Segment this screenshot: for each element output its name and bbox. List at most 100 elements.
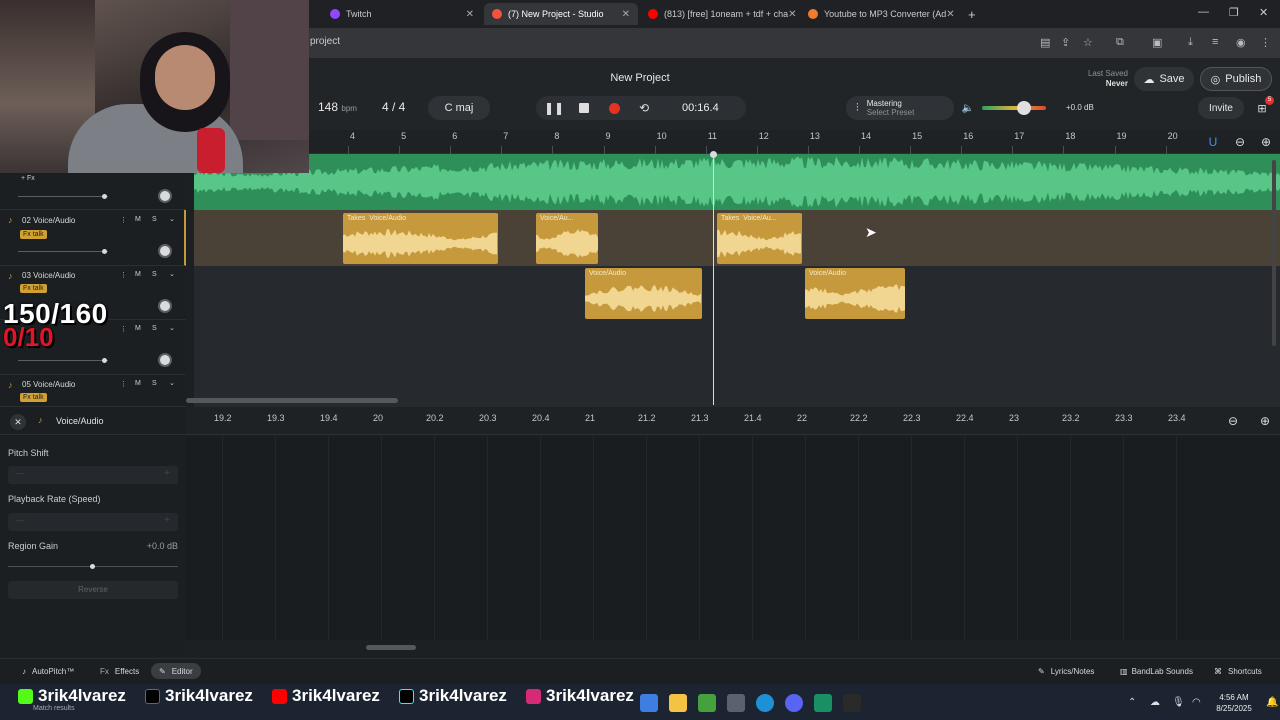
mute-button[interactable]: M [135, 325, 141, 332]
audio-clip[interactable]: Voice/Au... [536, 213, 598, 264]
editor-button[interactable]: ✎ Editor [151, 663, 201, 679]
zoom-in-icon[interactable]: ⊕ [1260, 135, 1272, 149]
track-volume-thumb[interactable] [102, 249, 107, 254]
download-icon[interactable]: ⤓ [1188, 36, 1193, 49]
wifi-icon[interactable]: ◠ [1192, 697, 1201, 708]
master-volume-slider[interactable] [982, 106, 1046, 110]
reverse-button[interactable]: Reverse [8, 581, 178, 599]
project-title[interactable]: New Project [560, 72, 720, 84]
tempo-control[interactable]: 148 bpm [318, 100, 357, 114]
more-icon[interactable]: ⋮ [120, 271, 127, 279]
track-volume-slider[interactable] [18, 251, 108, 252]
magnet-icon[interactable]: U [1207, 135, 1219, 149]
add-fx-button[interactable]: + Fx [18, 174, 38, 183]
mute-button[interactable]: M [135, 216, 141, 223]
time-signature[interactable]: 4 / 4 [382, 100, 405, 114]
fx-tag[interactable]: Fx talk [20, 284, 47, 293]
pan-knob[interactable] [158, 299, 172, 313]
bandlab-sounds-button[interactable]: ▥ BandLab Sounds [1112, 663, 1201, 679]
editor-grid[interactable] [186, 436, 1280, 640]
mastering-selector[interactable]: ⫶ Mastering Select Preset [846, 96, 954, 120]
horizontal-scrollbar[interactable] [186, 398, 398, 403]
audio-clip[interactable]: Takes Voice/Au... [717, 213, 802, 264]
lane-01[interactable] [194, 154, 1280, 210]
track-volume-slider[interactable] [18, 196, 108, 197]
close-icon[interactable]: ✕ [466, 9, 474, 20]
cloud-icon[interactable]: ☁ [1150, 697, 1160, 708]
menu-icon[interactable]: ⋮ [1260, 36, 1271, 49]
discord-icon[interactable] [785, 694, 803, 712]
chevron-down-icon[interactable]: ⌄ [169, 379, 175, 387]
clock[interactable]: 4:56 AM 8/25/2025 [1210, 692, 1258, 714]
publish-button[interactable]: ◎ Publish [1200, 67, 1272, 91]
more-icon[interactable]: ⋮ [120, 325, 127, 333]
zoom-in-icon[interactable]: ⊕ [1258, 414, 1272, 428]
key-selector[interactable]: C maj [428, 96, 490, 120]
solo-button[interactable]: S [152, 216, 157, 223]
audio-clip[interactable]: Takes Voice/Audio [343, 213, 498, 264]
solo-button[interactable]: S [152, 325, 157, 332]
chevron-down-icon[interactable]: ⌄ [169, 270, 175, 278]
star-icon[interactable]: ☆ [1083, 36, 1093, 49]
autopitch-button[interactable]: ♪ AutoPitch™ [14, 663, 82, 679]
close-icon[interactable]: ✕ [946, 9, 954, 20]
pan-knob[interactable] [158, 353, 172, 367]
extensions-icon[interactable]: ⧉ [1116, 36, 1124, 49]
pitch-shift-stepper[interactable]: — + [8, 466, 178, 484]
copilot-icon[interactable] [640, 694, 658, 712]
close-window-button[interactable]: ✕ [1259, 6, 1268, 19]
pan-knob[interactable] [158, 189, 172, 203]
pan-knob[interactable] [158, 244, 172, 258]
tray-chevron-icon[interactable]: ⌃ [1128, 697, 1136, 708]
microphone-icon[interactable]: 🎙 [1172, 697, 1185, 708]
media-icon[interactable]: ≡ [1212, 36, 1218, 48]
playhead-handle[interactable] [710, 151, 717, 158]
track-name[interactable]: 03 Voice/Audio [22, 271, 75, 280]
tab-mp3-converter[interactable]: Youtube to MP3 Converter (Ad ✕ [800, 3, 958, 25]
mute-button[interactable]: M [135, 271, 141, 278]
mute-button[interactable]: M [135, 380, 141, 387]
track-header-05[interactable]: ♪ 05 Voice/Audio Fx talk ⋮ M S ⌄ [0, 375, 186, 407]
track-volume-thumb[interactable] [102, 194, 107, 199]
track-volume-thumb[interactable] [102, 358, 107, 363]
fx-tag[interactable]: Fx talk [20, 230, 47, 239]
fx-tag[interactable]: Fx talk [20, 393, 47, 402]
tab-youtube[interactable]: (813) [free] 1oneam + tdf + cha ✕ [640, 3, 798, 25]
close-icon[interactable]: ✕ [622, 9, 630, 20]
decrement-button[interactable]: — [16, 469, 24, 478]
profile-icon[interactable]: ◉ [1236, 36, 1246, 49]
track-name[interactable]: 05 Voice/Audio [22, 380, 75, 389]
zoom-out-icon[interactable]: ⊖ [1226, 414, 1240, 428]
shortcuts-button[interactable]: ⌘ Shortcuts [1206, 663, 1270, 679]
notifications-icon[interactable]: 🔔 [1266, 697, 1278, 708]
vertical-scrollbar[interactable] [1272, 160, 1276, 346]
track-volume-slider[interactable] [18, 360, 108, 361]
speaker-icon[interactable]: 🔈 [961, 102, 975, 114]
playback-rate-stepper[interactable]: — + [8, 513, 178, 531]
master-volume-thumb[interactable] [1017, 101, 1031, 115]
track-header-02[interactable]: ♪ 02 Voice/Audio Fx talk ⋮ M S ⌄ [0, 210, 186, 266]
epic-games-icon[interactable] [843, 694, 861, 712]
tab-twitch[interactable]: Twitch ✕ [322, 3, 482, 25]
editor-scrollbar[interactable] [366, 645, 416, 650]
increment-button[interactable]: + [164, 468, 170, 479]
audio-clip[interactable]: Voice/Audio [805, 268, 905, 319]
more-icon[interactable]: ⋮ [120, 380, 127, 388]
tab-studio[interactable]: (7) New Project - Studio ✕ [484, 3, 638, 25]
more-icon[interactable]: ⋮ [120, 216, 127, 224]
audio-clip[interactable]: Voice/Audio [585, 268, 702, 319]
edge-icon[interactable] [756, 694, 774, 712]
invite-button[interactable]: Invite [1198, 97, 1244, 119]
new-tab-button[interactable]: + [960, 3, 980, 25]
calculator-icon[interactable] [727, 694, 745, 712]
close-icon[interactable]: ✕ [788, 9, 796, 20]
lyrics-notes-button[interactable]: ✎ Lyrics/Notes [1030, 663, 1102, 679]
loop-icon[interactable]: ⟲ [636, 100, 652, 116]
lane-03[interactable] [194, 266, 1280, 320]
playhead[interactable] [713, 154, 714, 405]
minecraft-icon[interactable] [698, 694, 716, 712]
reader-icon[interactable]: ▤ [1040, 36, 1050, 49]
zoom-out-icon[interactable]: ⊖ [1234, 135, 1246, 149]
increment-button[interactable]: + [164, 515, 170, 526]
pause-icon[interactable]: ❚❚ [544, 100, 564, 116]
